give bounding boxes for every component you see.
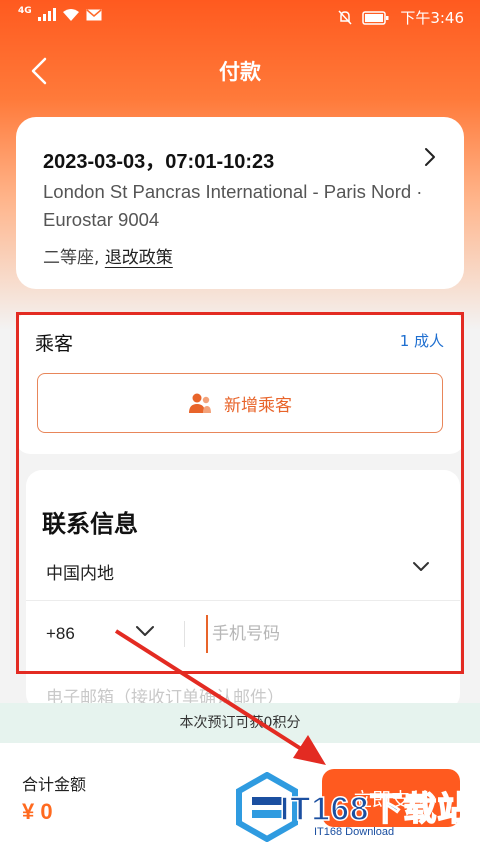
seat-class: 二等座,	[43, 248, 100, 268]
clock: 下午3:46	[400, 9, 464, 27]
trip-summary-card[interactable]: 2023-03-03，07:01-10:23 London St Pancras…	[16, 117, 464, 289]
chevron-down-icon[interactable]	[135, 625, 155, 637]
status-bar: 4G 下午3:46	[0, 0, 480, 34]
points-banner: 本次预订可获0积分	[0, 703, 480, 743]
passenger-count: 1 成人	[399, 332, 444, 350]
refund-policy-link[interactable]: 退改政策	[105, 248, 173, 268]
divider	[184, 621, 185, 647]
status-left: 4G	[18, 6, 102, 22]
total-amount: ¥ 0	[22, 799, 53, 824]
mail-icon	[86, 9, 102, 21]
page-title: 付款	[219, 60, 261, 84]
add-people-icon	[189, 393, 211, 413]
phone-input[interactable]	[206, 615, 426, 653]
add-passenger-button[interactable]: 新增乘客	[37, 373, 443, 433]
watermark: IT168下载站 IT168 Download	[232, 768, 480, 848]
status-right: 下午3:46	[338, 7, 464, 28]
app-header: 付款	[0, 46, 480, 94]
mute-bell-icon	[338, 10, 352, 25]
phone-row: +86	[26, 601, 460, 667]
trip-datetime: 2023-03-03，07:01-10:23	[43, 151, 275, 173]
signal-icon	[37, 8, 56, 21]
passenger-title: 乘客	[35, 333, 74, 355]
chevron-down-icon	[413, 562, 429, 571]
watermark-subtext: IT168 Download	[314, 826, 395, 838]
network-type: 4G	[18, 6, 32, 16]
wifi-icon	[62, 9, 79, 21]
trip-route: London St Pancras International - Paris …	[43, 181, 423, 230]
region-value: 中国内地	[46, 564, 114, 584]
passenger-section: 乘客 1 成人 新增乘客	[16, 312, 464, 454]
trip-seat-row: 二等座, 退改政策	[43, 243, 173, 268]
watermark-text: IT168下载站	[279, 789, 472, 828]
contact-title: 联系信息	[42, 510, 138, 538]
battery-icon	[362, 10, 389, 25]
phone-code-value[interactable]: +86	[46, 624, 75, 644]
chevron-right-icon[interactable]	[424, 147, 436, 167]
region-select[interactable]: 中国内地	[26, 535, 460, 601]
add-passenger-label: 新增乘客	[224, 395, 292, 416]
total-label: 合计金额	[22, 775, 87, 794]
contact-section: 联系信息 中国内地 +86	[26, 470, 460, 710]
